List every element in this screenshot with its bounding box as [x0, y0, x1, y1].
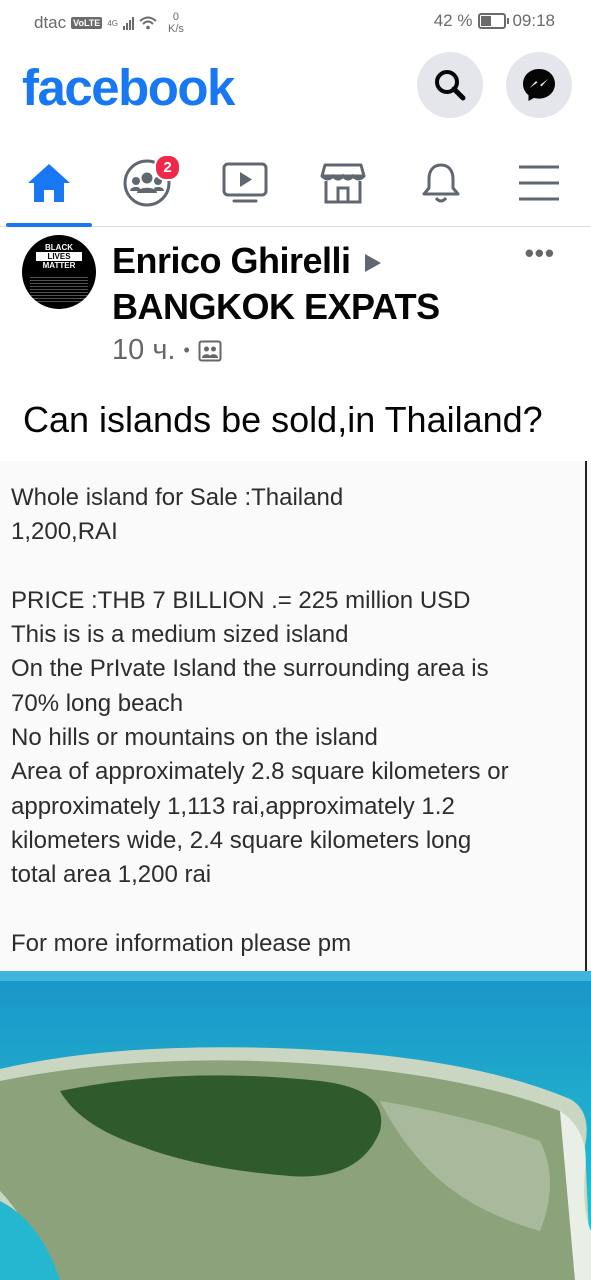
post-meta: 10 ч. •: [112, 334, 222, 367]
speed-unit: K/s: [167, 23, 184, 35]
tab-groups[interactable]: 2: [98, 140, 196, 226]
island-image: [0, 971, 591, 1280]
battery-icon: [478, 13, 510, 29]
hamburger-icon: [519, 165, 559, 201]
avatar-word: LIVES: [36, 252, 82, 261]
volte-icon: VoLTE: [71, 17, 103, 29]
signal-icon: [122, 16, 134, 30]
arrow-right-icon: [364, 254, 381, 273]
facebook-logo[interactable]: facebook: [22, 58, 235, 117]
author-name[interactable]: Enrico Ghirelli: [112, 240, 351, 281]
carrier-name: dtac: [34, 13, 67, 32]
post-header: BLACK LIVES MATTER Enrico Ghirelli BANGK…: [0, 226, 591, 376]
post-caption: Can islands be sold,in Thailand?: [23, 399, 543, 440]
home-icon: [28, 164, 70, 202]
tab-bar: 2: [0, 140, 591, 227]
group-privacy-icon: [198, 340, 222, 361]
avatar-fine-print: [30, 275, 88, 303]
network-type: 4G: [107, 18, 118, 28]
speed-value: 0: [172, 11, 179, 23]
tab-home[interactable]: [0, 140, 98, 227]
avatar-badge: BLACK LIVES MATTER: [36, 243, 82, 270]
photo-text: Whole island for Sale :Thailand 1,200,RA…: [11, 484, 509, 957]
bell-icon: [422, 163, 460, 203]
tab-menu[interactable]: [490, 140, 588, 226]
clock: 09:18: [512, 11, 555, 30]
tab-notifications[interactable]: [392, 140, 490, 226]
group-name[interactable]: BANGKOK EXPATS: [112, 286, 440, 327]
post-photo[interactable]: Whole island for Sale :Thailand 1,200,RA…: [0, 461, 591, 1280]
tab-marketplace[interactable]: [294, 140, 392, 226]
network-speed: 0 K/s: [168, 11, 184, 35]
avatar[interactable]: BLACK LIVES MATTER: [22, 235, 96, 309]
marketplace-icon: [320, 163, 366, 204]
search-button[interactable]: [417, 52, 483, 118]
post-author-line: Enrico Ghirelli BANGKOK EXPATS: [112, 238, 440, 330]
post-time[interactable]: 10 ч.: [112, 334, 175, 367]
search-icon: [435, 70, 466, 101]
video-icon: [222, 162, 268, 203]
tab-watch[interactable]: [196, 140, 294, 226]
app-header: facebook: [0, 44, 591, 134]
meta-separator: •: [183, 340, 190, 360]
avatar-word: BLACK: [45, 243, 73, 252]
messenger-icon: [523, 69, 555, 101]
battery-percent: 42 %: [433, 11, 473, 30]
status-bar: dtac VoLTE 4G 0 K/s 42 % 09:18: [0, 0, 591, 44]
more-options-icon[interactable]: •••: [525, 238, 555, 269]
wifi-icon: [139, 16, 157, 30]
avatar-word: MATTER: [42, 261, 76, 270]
notification-badge: 2: [154, 154, 181, 181]
photo-border: [585, 461, 587, 971]
messenger-button[interactable]: [506, 52, 572, 118]
